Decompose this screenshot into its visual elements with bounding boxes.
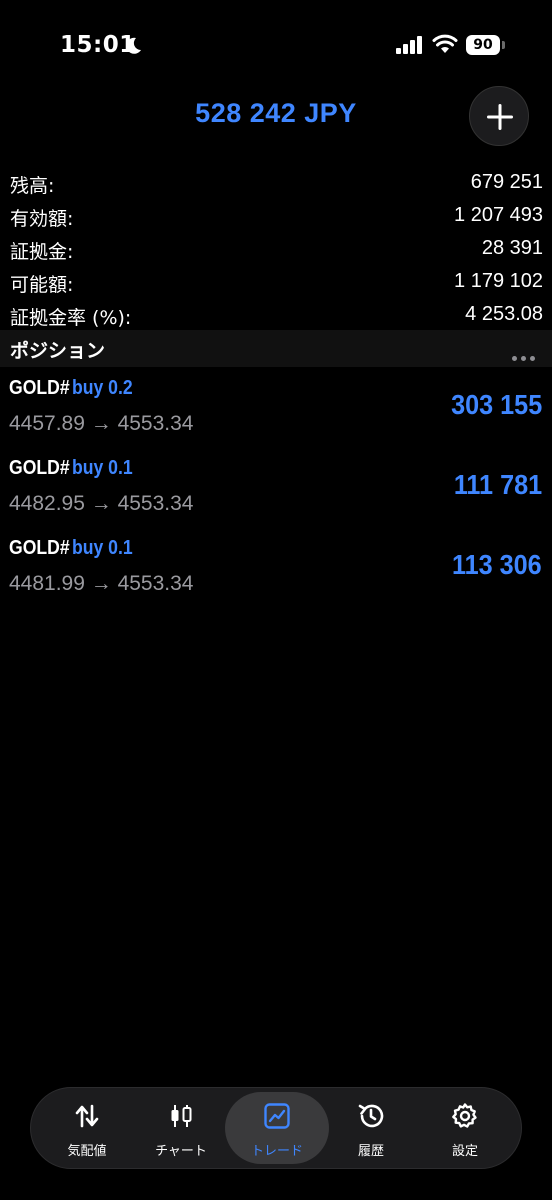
position-row[interactable]: GOLD# buy 0.1 4481.99 → 4553.34 113 306 [0,532,552,612]
section-title: ポジション [10,340,106,362]
signal-icon [396,36,422,54]
summary-value: 679 251 [470,171,543,193]
summary-value: 1 179 102 [454,270,543,292]
tab-label: 気配値 [67,1144,107,1159]
positions-list: GOLD# buy 0.2 4457.89 → 4553.34 303 155 … [0,372,552,612]
position-profit: 113 306 [452,549,542,580]
summary-label: 有効額: [10,208,74,230]
position-side: buy 0.1 [72,457,133,479]
position-profit: 303 155 [450,389,542,420]
arrows-up-down-icon [75,1104,99,1128]
battery-indicator: 90 [466,35,500,55]
tab-chart[interactable]: チャート [129,1092,233,1164]
status-bar: 15:01 90 [0,0,552,90]
plus-icon [487,104,513,130]
position-side: buy 0.1 [72,537,133,559]
tab-trade[interactable]: トレード [225,1092,329,1164]
tab-settings[interactable]: 設定 [413,1092,517,1164]
summary-label: 残高: [10,175,55,197]
history-icon [358,1104,384,1128]
summary-value: 28 391 [481,237,543,259]
tab-label: チャート [155,1144,207,1159]
summary-row-balance: 残高: 679 251 [0,166,552,199]
position-profit: 111 781 [453,469,542,500]
tab-quotes[interactable]: 気配値 [35,1092,139,1164]
trend-chart-icon [264,1103,290,1129]
gear-icon [452,1103,477,1128]
summary-label: 証拠金率 (%): [10,307,132,329]
positions-section-header: ポジション [0,330,552,367]
battery-tip [502,41,505,49]
summary-value: 1 207 493 [454,204,543,226]
summary-label: 可能額: [10,274,74,296]
summary-row-free-margin: 可能額: 1 179 102 [0,265,552,298]
add-button[interactable] [469,86,529,146]
position-prices: 4482.95 → 4553.34 [9,492,194,515]
wifi-icon [432,34,458,53]
position-symbol: GOLD# [9,457,70,479]
summary-label: 証拠金: [10,241,74,263]
position-symbol: GOLD# [9,377,70,399]
account-summary: 残高: 679 251 有効額: 1 207 493 証拠金: 28 391 可… [0,166,552,331]
position-prices: 4481.99 → 4553.34 [9,572,194,595]
position-row[interactable]: GOLD# buy 0.1 4482.95 → 4553.34 111 781 [0,452,552,532]
tab-label: 履歴 [357,1144,384,1159]
position-symbol: GOLD# [9,537,70,559]
tab-label: 設定 [451,1144,478,1159]
position-side: buy 0.2 [72,377,133,399]
tab-label: トレード [250,1144,303,1159]
summary-row-equity: 有効額: 1 207 493 [0,199,552,232]
candlestick-icon [171,1105,192,1127]
summary-row-margin-level: 証拠金率 (%): 4 253.08 [0,298,552,331]
summary-row-margin: 証拠金: 28 391 [0,232,552,265]
position-prices: 4457.89 → 4553.34 [9,412,194,435]
tab-history[interactable]: 履歴 [319,1092,423,1164]
tab-bar: 気配値 チャート トレード 履歴 設定 [30,1087,522,1169]
moon-icon [126,37,141,54]
more-icon[interactable] [508,346,535,365]
position-row[interactable]: GOLD# buy 0.2 4457.89 → 4553.34 303 155 [0,372,552,452]
summary-value: 4 253.08 [465,303,543,325]
